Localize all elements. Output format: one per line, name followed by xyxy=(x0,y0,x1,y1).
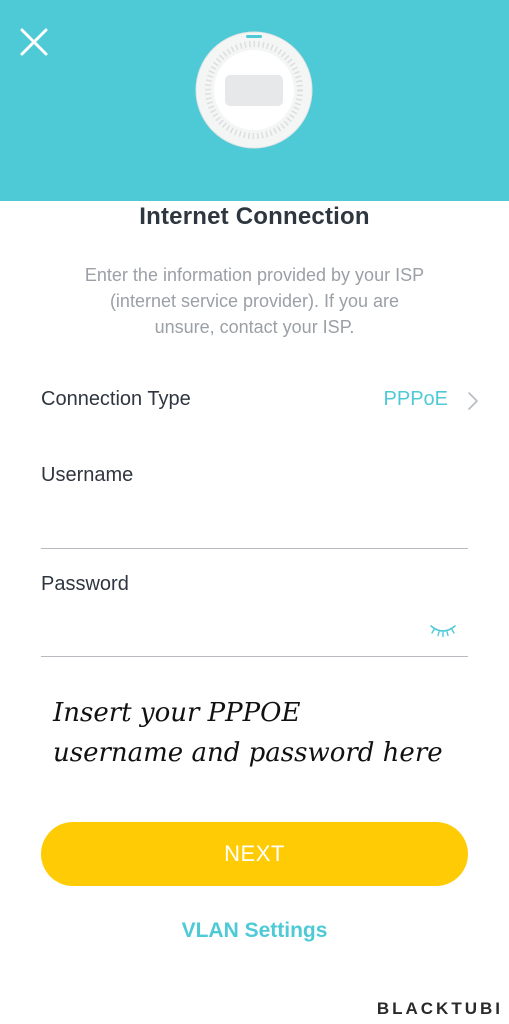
page-description: Enter the information provided by your I… xyxy=(40,262,469,340)
watermark-text: BLACKTUBI xyxy=(376,999,503,1018)
connection-type-row[interactable]: Connection Type PPPoE xyxy=(0,378,509,422)
username-input[interactable] xyxy=(41,511,468,549)
username-label: Username xyxy=(41,464,134,486)
vlan-settings-link[interactable]: VLAN Settings xyxy=(0,919,509,943)
eye-closed-icon[interactable] xyxy=(428,623,458,639)
close-icon[interactable] xyxy=(14,22,54,62)
password-label: Password xyxy=(41,573,129,595)
connection-type-label: Connection Type xyxy=(41,388,191,410)
description-line: (internet service provider). If you are xyxy=(109,291,400,311)
instruction-annotation: Insert your PPPOE username and password … xyxy=(53,693,493,773)
header-banner xyxy=(0,0,509,201)
access-point-device-image xyxy=(195,31,313,149)
description-line: Enter the information provided by your I… xyxy=(84,265,425,285)
annotation-line: username and password here xyxy=(53,738,443,768)
annotation-line: Insert your PPPOE xyxy=(53,698,301,728)
next-button[interactable]: NEXT xyxy=(41,822,468,886)
connection-type-value: PPPoE xyxy=(383,388,448,410)
chevron-right-icon xyxy=(466,391,480,411)
page-title: Internet Connection xyxy=(139,203,370,230)
description-line: unsure, contact your ISP. xyxy=(154,317,355,337)
password-input[interactable] xyxy=(41,619,468,657)
